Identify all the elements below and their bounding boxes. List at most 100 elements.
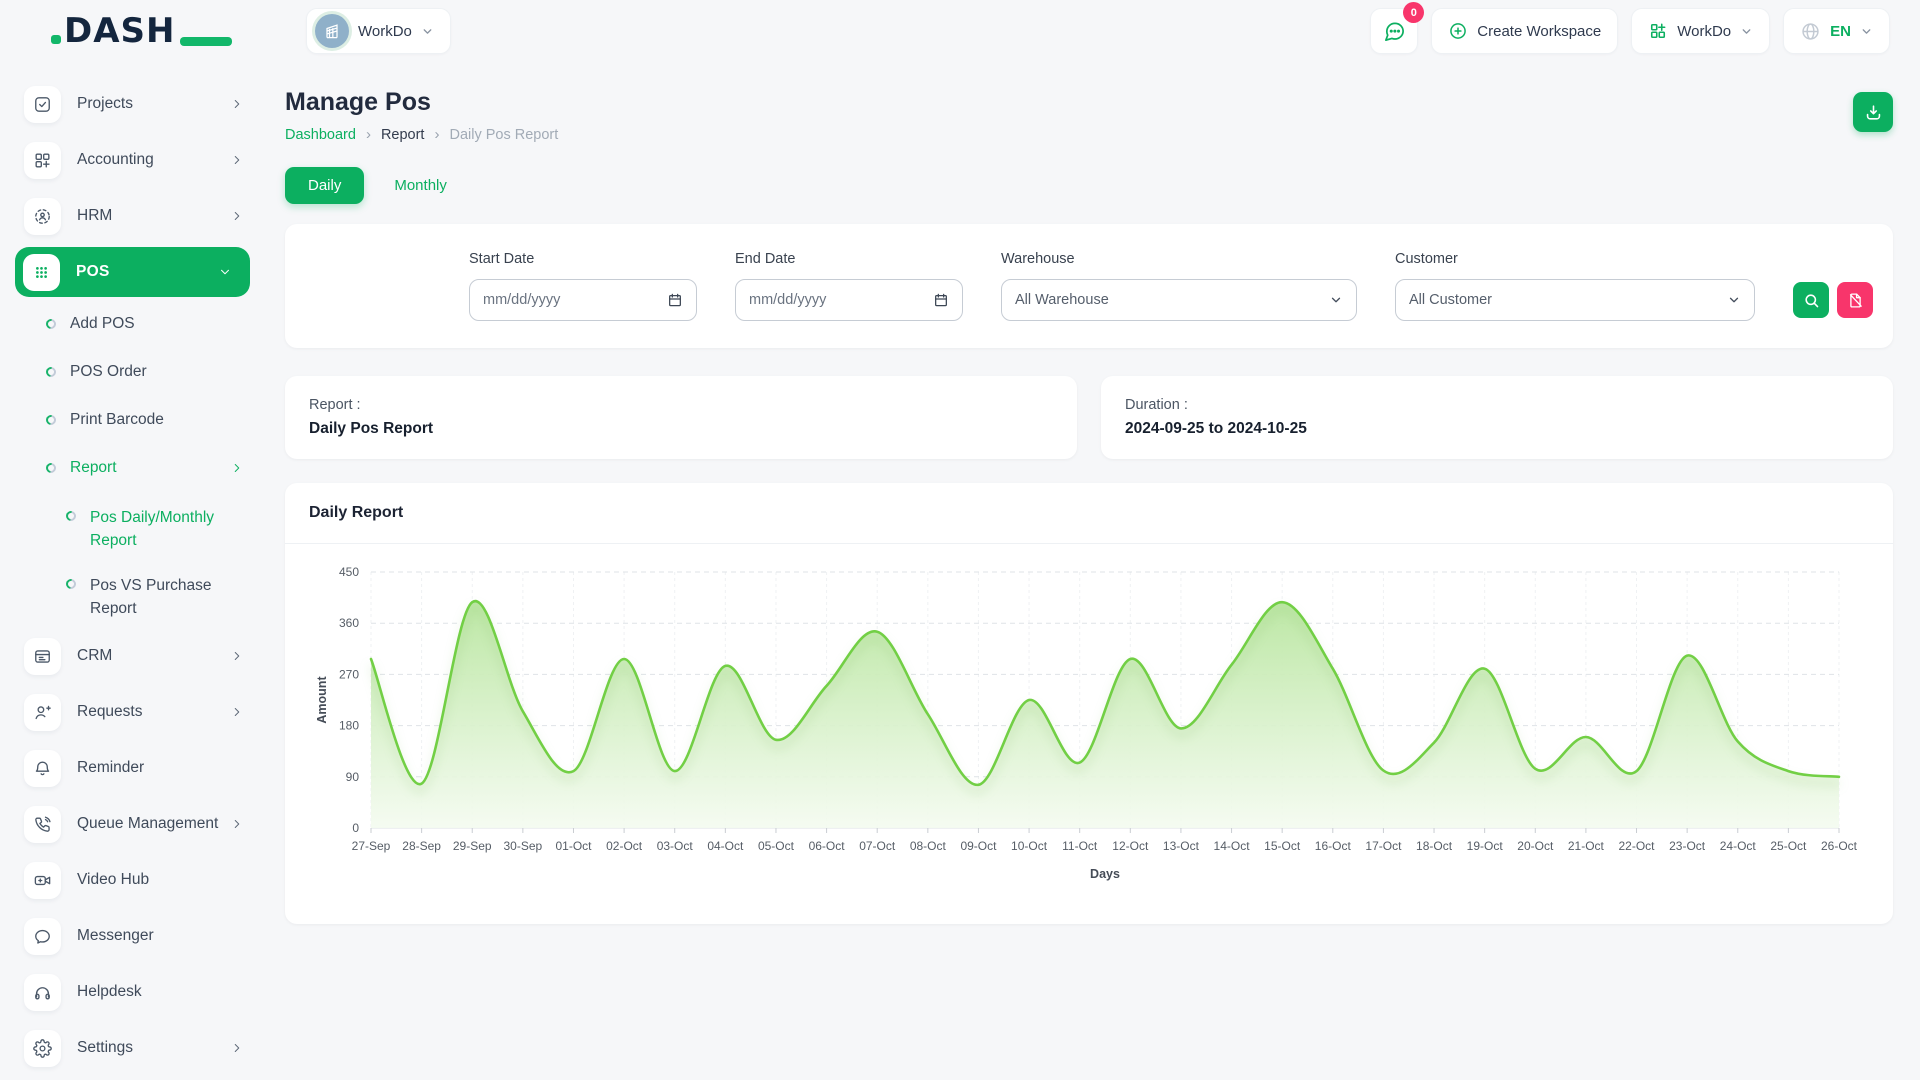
sidebar-item-pos-vs-purchase-report[interactable]: Pos VS Purchase Report: [0, 560, 270, 628]
breadcrumb-item-dashboard[interactable]: Dashboard: [285, 127, 356, 143]
workdo-menu-button[interactable]: WorkDo: [1631, 8, 1770, 54]
svg-text:25-Oct: 25-Oct: [1770, 839, 1807, 853]
customer-value: All Customer: [1409, 292, 1492, 308]
svg-text:12-Oct: 12-Oct: [1112, 839, 1149, 853]
workdo-label: WorkDo: [1677, 23, 1731, 40]
sidebar-item-add-pos[interactable]: Add POS: [0, 300, 270, 348]
sidebar-item-accounting[interactable]: Accounting: [0, 132, 270, 188]
sidebar-item-reminder[interactable]: Reminder: [0, 740, 270, 796]
svg-text:21-Oct: 21-Oct: [1568, 839, 1605, 853]
chevron-right-icon: [230, 153, 244, 167]
svg-text:26-Oct: 26-Oct: [1821, 839, 1858, 853]
svg-text:27-Sep: 27-Sep: [352, 839, 391, 853]
end-date-label: End Date: [735, 251, 963, 267]
crm-icon: [24, 638, 61, 675]
report-summary-card: Report : Daily Pos Report: [285, 376, 1077, 459]
sidebar-item-label: POS: [76, 263, 110, 281]
sidebar-item-print-barcode[interactable]: Print Barcode: [0, 396, 270, 444]
gear-icon: [24, 1030, 61, 1067]
sidebar-item-hrm[interactable]: HRM: [0, 188, 270, 244]
logo-accent-dot: [51, 35, 61, 44]
report-mode-tabs: Daily Monthly: [285, 167, 1893, 204]
svg-text:02-Oct: 02-Oct: [606, 839, 643, 853]
start-date-placeholder: mm/dd/yyyy: [483, 292, 560, 308]
chevron-right-icon: [230, 461, 244, 475]
bullet-icon: [44, 365, 58, 379]
breadcrumb: Dashboard›Report›Daily Pos Report: [285, 126, 1893, 143]
duration-label: Duration :: [1125, 397, 1869, 413]
tab-monthly[interactable]: Monthly: [394, 177, 447, 194]
chart-card-title: Daily Report: [285, 483, 1893, 544]
end-date-input[interactable]: mm/dd/yyyy: [735, 279, 963, 321]
download-button[interactable]: [1853, 92, 1893, 132]
svg-text:03-Oct: 03-Oct: [657, 839, 694, 853]
plus-circle-icon: [1448, 21, 1468, 41]
sidebar-item-pos-daily-monthly-report[interactable]: Pos Daily/Monthly Report: [0, 492, 270, 560]
messages-button[interactable]: 0: [1370, 8, 1418, 54]
chevron-right-icon: [230, 1041, 244, 1055]
grid-plus-icon: [24, 142, 61, 179]
filter-card: Start Date mm/dd/yyyy End Date mm/dd/yyy…: [285, 224, 1893, 348]
svg-text:270: 270: [339, 667, 359, 681]
svg-text:23-Oct: 23-Oct: [1669, 839, 1706, 853]
svg-text:18-Oct: 18-Oct: [1416, 839, 1453, 853]
checkbox-icon: [24, 86, 61, 123]
dash-logo[interactable]: DASH: [64, 11, 214, 51]
chart-area: 09018027036045027-Sep28-Sep29-Sep30-Sep0…: [285, 544, 1893, 924]
sidebar-item-settings[interactable]: Settings: [0, 1020, 270, 1076]
sidebar-item-pos-order[interactable]: POS Order: [0, 348, 270, 396]
svg-text:24-Oct: 24-Oct: [1720, 839, 1757, 853]
sidebar-item-projects[interactable]: Projects: [0, 76, 270, 132]
warehouse-select[interactable]: All Warehouse: [1001, 279, 1357, 321]
svg-text:13-Oct: 13-Oct: [1163, 839, 1200, 853]
workspace-selector[interactable]: WorkDo: [306, 8, 451, 54]
sidebar-item-crm[interactable]: CRM: [0, 628, 270, 684]
customer-select[interactable]: All Customer: [1395, 279, 1755, 321]
start-date-input[interactable]: mm/dd/yyyy: [469, 279, 697, 321]
sidebar-item-report[interactable]: Report: [0, 444, 270, 492]
calendar-icon[interactable]: [667, 292, 683, 308]
globe-icon: [1800, 21, 1821, 42]
workspace-name: WorkDo: [358, 23, 412, 40]
sidebar-item-queue-management[interactable]: Queue Management: [0, 796, 270, 852]
svg-text:0: 0: [352, 821, 359, 835]
svg-text:01-Oct: 01-Oct: [555, 839, 592, 853]
sidebar-item-requests[interactable]: Requests: [0, 684, 270, 740]
sidebar-item-video-hub[interactable]: Video Hub: [0, 852, 270, 908]
breadcrumb-item-report[interactable]: Report: [381, 127, 425, 143]
sidebar-item-helpdesk[interactable]: Helpdesk: [0, 964, 270, 1020]
search-button[interactable]: [1793, 282, 1829, 318]
sidebar-item-label: POS Order: [70, 363, 147, 381]
summary-row: Report : Daily Pos Report Duration : 202…: [285, 376, 1893, 459]
sidebar-item-label: Report: [70, 459, 117, 477]
sidebar-item-label: Helpdesk: [77, 983, 142, 1001]
svg-text:22-Oct: 22-Oct: [1619, 839, 1656, 853]
warehouse-label: Warehouse: [1001, 251, 1357, 267]
logo-text: DASH: [64, 11, 175, 51]
start-date-label: Start Date: [469, 251, 697, 267]
calendar-icon[interactable]: [933, 292, 949, 308]
main-content: Manage Pos Dashboard›Report›Daily Pos Re…: [285, 62, 1893, 924]
svg-text:90: 90: [346, 770, 360, 784]
language-selector[interactable]: EN: [1783, 8, 1890, 54]
daily-report-card: Daily Report 09018027036045027-Sep28-Sep…: [285, 483, 1893, 924]
chevron-right-icon: [230, 209, 244, 223]
duration-value: 2024-09-25 to 2024-10-25: [1125, 420, 1869, 438]
sidebar-item-label: Pos Daily/Monthly Report: [90, 506, 244, 553]
svg-text:09-Oct: 09-Oct: [960, 839, 997, 853]
tab-daily[interactable]: Daily: [285, 167, 364, 204]
workspace-avatar building-icon: [315, 14, 349, 48]
svg-text:20-Oct: 20-Oct: [1517, 839, 1554, 853]
messages-badge: 0: [1403, 2, 1424, 23]
sidebar-item-label: Reminder: [77, 759, 144, 777]
chevron-down-icon: [1727, 293, 1741, 307]
reset-button[interactable]: [1837, 282, 1873, 318]
sidebar-item-pos[interactable]: POS: [15, 247, 250, 297]
svg-text:11-Oct: 11-Oct: [1062, 839, 1098, 853]
svg-text:19-Oct: 19-Oct: [1467, 839, 1504, 853]
chevron-right-icon: [230, 97, 244, 111]
create-workspace-button[interactable]: Create Workspace: [1431, 8, 1618, 54]
file-off-icon: [1847, 292, 1864, 309]
sidebar-item-messenger[interactable]: Messenger: [0, 908, 270, 964]
bullet-icon: [64, 577, 78, 591]
